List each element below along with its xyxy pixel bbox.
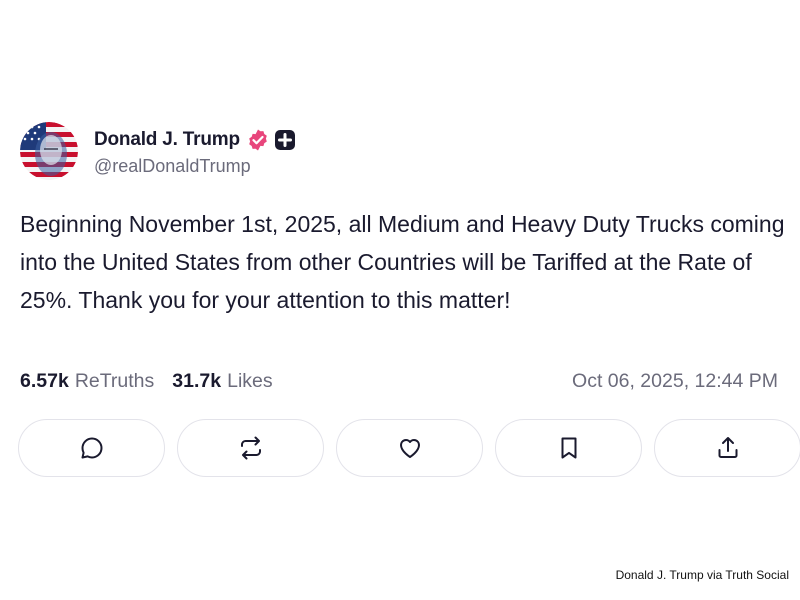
likes-label[interactable]: Likes	[227, 370, 273, 393]
verified-badge-icon	[249, 129, 267, 151]
avatar[interactable]	[20, 122, 78, 180]
post-header: Donald J. Trump @realDonaldTrump	[20, 122, 296, 180]
source-credit: Donald J. Trump via Truth Social	[615, 568, 789, 582]
heart-icon	[399, 439, 420, 458]
bookmark-icon	[561, 437, 576, 459]
share-upload-icon	[718, 437, 737, 458]
repost-arrows-icon	[240, 436, 261, 460]
post-stats: 6.57k ReTruths 31.7k Likes Oct 06, 2025,…	[20, 370, 778, 393]
action-bar	[18, 419, 800, 477]
avatar-image	[20, 122, 78, 180]
retruths-count[interactable]: 6.57k	[20, 370, 69, 393]
bookmark-button[interactable]	[495, 419, 642, 477]
post-body: Beginning November 1st, 2025, all Medium…	[20, 211, 785, 313]
retruth-button[interactable]	[177, 419, 324, 477]
plus-badge-icon	[274, 130, 295, 150]
chat-bubble-icon	[81, 437, 102, 459]
retruths-label[interactable]: ReTruths	[75, 370, 154, 393]
author-name[interactable]: Donald J. Trump	[94, 129, 240, 151]
share-button[interactable]	[654, 419, 800, 477]
post-timestamp[interactable]: Oct 06, 2025, 12:44 PM	[572, 370, 778, 393]
author-identity: Donald J. Trump @realDonaldTrump	[94, 125, 296, 177]
author-handle[interactable]: @realDonaldTrump	[94, 156, 296, 177]
likes-count[interactable]: 31.7k	[172, 370, 221, 393]
reply-button[interactable]	[18, 419, 165, 477]
like-button[interactable]	[336, 419, 483, 477]
post-screenshot: Donald J. Trump @realDonaldTrump Beginni…	[0, 0, 800, 600]
author-name-row: Donald J. Trump	[94, 125, 296, 155]
